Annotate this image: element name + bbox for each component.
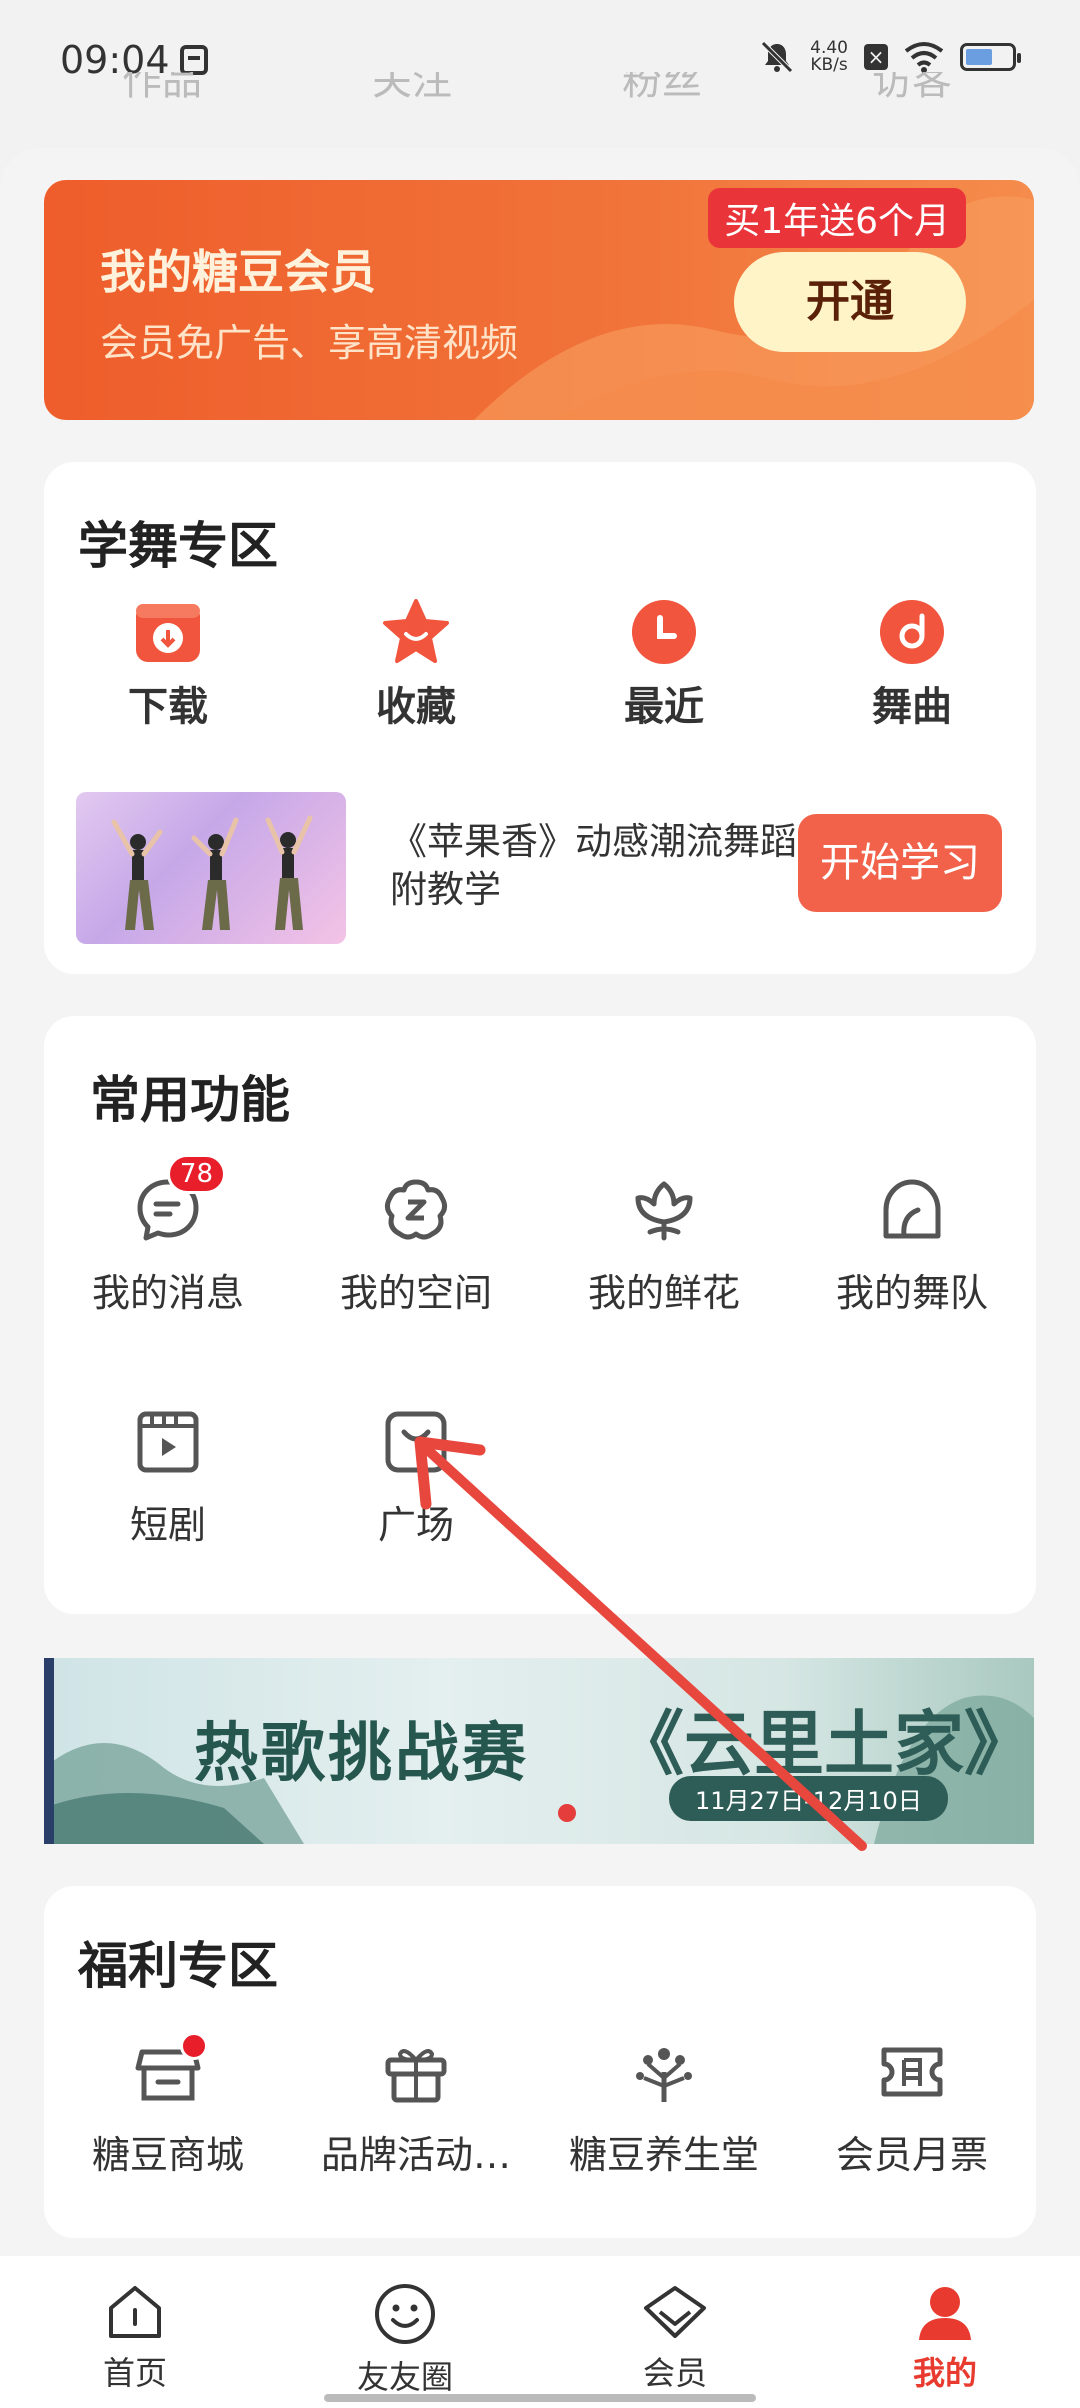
- home-indicator: [324, 2394, 756, 2402]
- space-icon: [384, 1179, 448, 1240]
- dance-item-recent[interactable]: 最近: [540, 598, 788, 732]
- sim-card-icon: [180, 45, 208, 75]
- func-item-flowers[interactable]: 我的鲜花: [540, 1176, 788, 1317]
- welfare-item-label: 糖豆养生堂: [568, 2133, 759, 2177]
- dance-item-label: 下载: [128, 684, 208, 730]
- lesson-thumbnail[interactable]: [76, 792, 346, 944]
- welfare-zone-grid: 糖豆商城 品牌活动… 糖豆养生堂 会员月票: [44, 2032, 1036, 2179]
- bottom-tab-bar: 首页 友友圈 会员 我的: [0, 2256, 1080, 2408]
- welfare-item-shop[interactable]: 糖豆商城: [44, 2032, 292, 2179]
- flower-icon: [635, 1181, 693, 1241]
- shop-red-dot: [180, 2032, 208, 2060]
- peek-tab[interactable]: 关注: [372, 72, 452, 106]
- team-icon: [883, 1179, 941, 1239]
- mute-bell-icon: [761, 41, 793, 73]
- func-item-messages[interactable]: 78 我的消息: [44, 1154, 292, 1317]
- dance-item-favorites[interactable]: 收藏: [292, 598, 540, 732]
- vip-title: 我的糖豆会员: [100, 245, 376, 299]
- plaza-icon: [385, 1411, 447, 1473]
- func-item-plaza[interactable]: 广场: [292, 1408, 540, 1549]
- dance-item-music[interactable]: 舞曲: [788, 598, 1036, 732]
- diamond-icon: [644, 2286, 706, 2338]
- welfare-item-label: 糖豆商城: [91, 2133, 244, 2177]
- tab-friends-circle[interactable]: 友友圈: [270, 2256, 540, 2408]
- event-dates: 11月27日-12月10日: [669, 1776, 948, 1821]
- music-disc-icon: [880, 600, 944, 664]
- vip-banner[interactable]: 我的糖豆会员 会员免广告、享高清视频 买1年送6个月 开通: [44, 180, 1034, 420]
- dance-zone-card: 学舞专区 下载 收藏 最近 舞曲 《苹果香》动感潮流舞蹈附教学 开始学习: [44, 462, 1036, 974]
- common-functions-row-1: 78 我的消息 我的空间 我的鲜花 我的舞队: [44, 1154, 1036, 1317]
- vip-open-button[interactable]: 开通: [734, 252, 966, 352]
- func-item-label: 我的空间: [339, 1271, 492, 1315]
- tab-label: 会员: [642, 2354, 707, 2392]
- welfare-item-health[interactable]: 糖豆养生堂: [540, 2038, 788, 2179]
- dance-item-label: 最近: [624, 684, 704, 730]
- star-icon: [383, 599, 449, 663]
- dance-item-label: 舞曲: [872, 684, 952, 730]
- carousel-indicator-dot: [558, 1804, 576, 1822]
- welfare-item-label: 会员月票: [835, 2133, 988, 2177]
- tab-mine[interactable]: 我的: [810, 2256, 1080, 2408]
- welfare-item-brand-events[interactable]: 品牌活动…: [292, 2038, 540, 2179]
- peek-tab[interactable]: 作品: [122, 72, 202, 106]
- home-icon: [109, 2286, 161, 2338]
- func-item-label: 我的鲜花: [587, 1271, 740, 1315]
- common-functions-card: 常用功能 78 我的消息 我的空间 我的鲜花 我的舞队 短剧 广场: [44, 1016, 1036, 1614]
- func-item-team[interactable]: 我的舞队: [788, 1176, 1036, 1317]
- message-badge: 78: [166, 1154, 226, 1194]
- tree-icon: [636, 2048, 692, 2102]
- smile-icon: [375, 2284, 435, 2344]
- welfare-item-label: 品牌活动…: [320, 2133, 511, 2177]
- tab-label: 我的: [912, 2354, 977, 2392]
- common-functions-title: 常用功能: [90, 1071, 290, 1129]
- welfare-item-monthly-ticket[interactable]: 会员月票: [788, 2038, 1036, 2179]
- peek-tab[interactable]: 访客: [872, 72, 952, 106]
- status-icons: 4.40 KB/s ×: [760, 40, 1021, 74]
- dance-item-download[interactable]: 下载: [44, 598, 292, 732]
- event-song: 《云里土家》: [614, 1703, 1034, 1785]
- download-icon: [136, 604, 200, 662]
- tab-vip[interactable]: 会员: [540, 2256, 810, 2408]
- tab-label: 首页: [102, 2354, 167, 2392]
- wifi-icon: [904, 42, 944, 73]
- network-speed: 4.40 KB/s: [810, 40, 848, 74]
- tab-label: 友友圈: [356, 2358, 453, 2396]
- battery-icon: [960, 43, 1021, 71]
- event-title: 热歌挑战赛: [194, 1717, 529, 1791]
- ticket-icon: [881, 2047, 943, 2097]
- func-item-space[interactable]: 我的空间: [292, 1176, 540, 1317]
- dancers-image: [111, 815, 313, 930]
- func-item-short-drama[interactable]: 短剧: [44, 1408, 292, 1549]
- func-item-label: 我的舞队: [835, 1271, 988, 1315]
- vip-subtitle: 会员免广告、享高清视频: [100, 321, 519, 365]
- welfare-zone-title: 福利专区: [78, 1937, 278, 1995]
- no-sim-icon: ×: [864, 44, 888, 70]
- user-icon: [919, 2287, 971, 2340]
- dance-item-label: 收藏: [376, 684, 456, 730]
- common-functions-row-2: 短剧 广场: [44, 1408, 1036, 1549]
- start-learning-button[interactable]: 开始学习: [798, 814, 1002, 912]
- lesson-title[interactable]: 《苹果香》动感潮流舞蹈附教学: [390, 818, 810, 914]
- welfare-zone-card: 福利专区 糖豆商城 品牌活动… 糖豆养生堂 会员月票: [44, 1886, 1036, 2238]
- clock-icon: [632, 600, 696, 664]
- func-item-label: 我的消息: [91, 1271, 244, 1315]
- short-drama-icon: [137, 1411, 199, 1473]
- peek-tab[interactable]: 粉丝: [622, 72, 702, 106]
- profile-tabs-peek: 作品 关注 粉丝 访客: [0, 72, 1080, 112]
- dance-zone-grid: 下载 收藏 最近 舞曲: [44, 598, 1036, 732]
- gift-icon: [385, 2049, 447, 2103]
- dance-zone-title: 学舞专区: [78, 517, 278, 575]
- tab-home[interactable]: 首页: [0, 2256, 270, 2408]
- vip-promo-tag: 买1年送6个月: [708, 188, 966, 248]
- event-banner[interactable]: 热歌挑战赛 《云里土家》 11月27日-12月10日: [44, 1658, 1034, 1844]
- func-item-label: 短剧: [129, 1503, 206, 1547]
- func-item-label: 广场: [377, 1503, 454, 1547]
